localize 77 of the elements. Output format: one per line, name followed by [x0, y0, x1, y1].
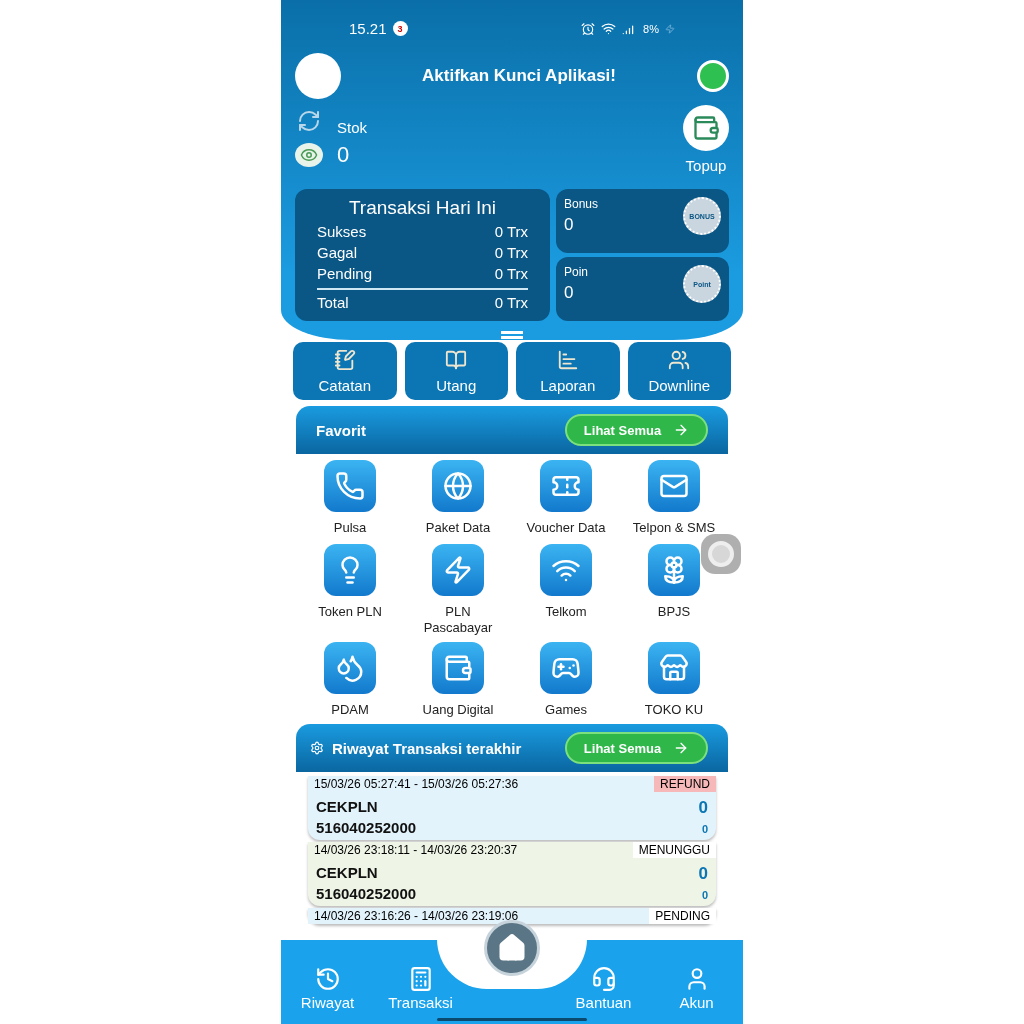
favorite-item[interactable]: Uang Digital	[404, 642, 512, 722]
drawer-handle[interactable]	[501, 331, 523, 339]
headset-icon	[590, 966, 617, 992]
card-value: 0	[564, 283, 575, 303]
favorite-item[interactable]: PDAM	[296, 642, 404, 722]
fee: 0	[700, 822, 708, 837]
battery-level: 8%	[643, 22, 659, 35]
transaction-card[interactable]: 15/03/26 05:27:41 - 15/03/26 05:27:36 REFUND CEKPLN 516040252000 0 0	[308, 776, 716, 840]
card-label: Poin	[564, 265, 589, 279]
menu-tile[interactable]: Utang	[404, 342, 508, 400]
charging-icon	[665, 23, 675, 34]
wallet-icon	[692, 114, 720, 142]
row-value: 0 Trx	[494, 222, 528, 242]
product-code: CEKPLN	[316, 797, 379, 817]
status-time: 15.21	[349, 20, 387, 37]
favorite-item[interactable]: BPJS	[620, 544, 728, 638]
history-icon	[314, 966, 341, 992]
favorite-item[interactable]: Voucher Data	[512, 460, 620, 540]
total-label: Total	[317, 293, 349, 313]
globe-icon	[432, 460, 484, 512]
app-lock-title[interactable]: Aktifkan Kunci Aplikasi!	[422, 66, 616, 86]
gamepad-icon	[540, 642, 592, 694]
report-icon	[556, 349, 579, 371]
status-tag: REFUND	[654, 776, 716, 792]
total-value: 0 Trx	[494, 293, 528, 313]
eye-icon[interactable]	[295, 143, 323, 167]
ticket-icon	[540, 460, 592, 512]
favorite-item[interactable]: Telkom	[512, 544, 620, 638]
favorite-item[interactable]: Token PLN	[296, 544, 404, 638]
wifi-icon	[540, 544, 592, 596]
favorite-item[interactable]: PLN Pascabayar	[404, 544, 512, 638]
customer-number: 516040252000	[316, 884, 417, 904]
stock-label: Stok	[337, 119, 367, 136]
alarm-icon	[581, 21, 596, 36]
menu-tile[interactable]: Catatan	[293, 342, 397, 400]
favorite-item[interactable]: Paket Data	[404, 460, 512, 540]
transaction-time: 14/03/26 23:18:11 - 14/03/26 23:20:37	[308, 842, 633, 858]
home-icon	[497, 933, 527, 963]
customer-number: 516040252000	[316, 818, 417, 838]
row-label: Gagal	[317, 243, 358, 263]
people-icon	[668, 349, 691, 371]
amount: 0	[698, 863, 708, 885]
amount: 0	[698, 797, 708, 819]
row-label: Pending	[317, 264, 373, 284]
card-label: Bonus	[564, 197, 599, 211]
assistive-touch-button[interactable]	[701, 534, 741, 574]
row-label: Sukses	[317, 222, 367, 242]
card-value: 0	[564, 215, 575, 235]
product-code: CEKPLN	[316, 863, 379, 883]
gear-icon	[310, 741, 324, 755]
favorite-item[interactable]: Telpon & SMS	[620, 460, 728, 540]
transaction-time: 15/03/26 05:27:41 - 15/03/26 05:27:36	[308, 776, 654, 792]
favorite-item[interactable]: TOKO KU	[620, 642, 728, 722]
transaction-time: 14/03/26 23:16:26 - 14/03/26 23:19:06	[308, 908, 650, 924]
row-value: 0 Trx	[494, 243, 528, 263]
notification-count: 3	[392, 21, 408, 36]
transaction-card[interactable]: 14/03/26 23:18:11 - 14/03/26 23:20:37 MENUNGGU CEKPLN 516040252000 0 0	[308, 842, 716, 906]
store-icon	[648, 642, 700, 694]
wallet-icon	[432, 642, 484, 694]
row-value: 0 Trx	[494, 264, 528, 284]
section-title: Riwayat Transaksi terakhir	[332, 739, 522, 757]
favorite-item[interactable]: Pulsa	[296, 460, 404, 540]
notes-icon	[333, 349, 356, 371]
book-icon	[445, 349, 468, 371]
wifi-icon	[601, 21, 617, 36]
fee: 0	[700, 888, 708, 903]
menu-tile[interactable]: Downline	[627, 342, 731, 400]
avatar[interactable]	[295, 53, 341, 99]
stock-value: 0	[337, 142, 351, 168]
menu-tile[interactable]: Laporan	[516, 342, 620, 400]
phone-icon	[324, 460, 376, 512]
lightning-icon	[432, 544, 484, 596]
refresh-icon[interactable]	[297, 109, 321, 133]
section-title: Favorit	[315, 421, 366, 439]
lightbulb-icon	[324, 544, 376, 596]
favorite-item[interactable]: Games	[512, 642, 620, 722]
card-title: Transaksi Hari Ini	[347, 197, 498, 219]
